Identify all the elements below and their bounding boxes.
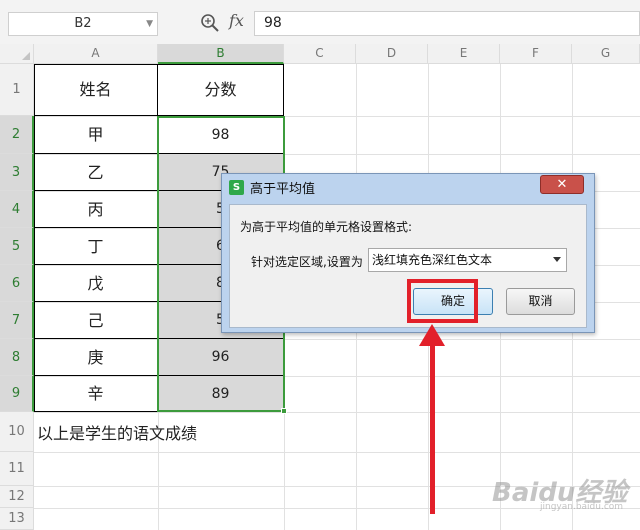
cancel-button[interactable]: 取消	[506, 288, 575, 315]
chevron-down-icon[interactable]: ▼	[146, 13, 153, 35]
select-all-corner[interactable]	[0, 44, 34, 64]
note-text[interactable]: 以上是学生的语文成绩	[37, 420, 197, 444]
format-select[interactable]: 浅红填充色深红色文本	[368, 248, 567, 272]
name-cell[interactable]: 乙	[34, 154, 158, 191]
name-cell[interactable]: 己	[34, 302, 158, 339]
grid-line	[284, 412, 285, 530]
row-header-7[interactable]: 7	[0, 302, 34, 339]
row-header-5[interactable]: 5	[0, 228, 34, 265]
name-cell[interactable]: 辛	[34, 376, 158, 412]
column-header-b[interactable]: B	[158, 44, 284, 64]
header-cell-score[interactable]: 分数	[158, 64, 284, 116]
row-header-8[interactable]: 8	[0, 339, 34, 376]
row-header-9[interactable]: 9	[0, 376, 34, 412]
row-header-4[interactable]: 4	[0, 191, 34, 228]
column-header-e[interactable]: E	[428, 44, 500, 64]
dialog-titlebar[interactable]: S 高于平均值 ✕	[222, 174, 594, 200]
name-cell[interactable]: 戊	[34, 265, 158, 302]
dropdown-arrow-icon[interactable]	[553, 257, 561, 262]
fill-handle[interactable]	[281, 408, 287, 414]
row-header-13[interactable]: 13	[0, 508, 34, 530]
dialog-description: 为高于平均值的单元格设置格式:	[240, 220, 413, 234]
column-header-a[interactable]: A	[34, 44, 158, 64]
row-header-11[interactable]: 11	[0, 452, 34, 486]
highlight-box	[407, 279, 478, 323]
formula-input[interactable]: 98	[254, 11, 640, 36]
name-cell[interactable]: 丁	[34, 228, 158, 265]
row-header-2[interactable]: 2	[0, 116, 34, 154]
header-cell-name[interactable]: 姓名	[34, 64, 158, 116]
arrow-shaft	[430, 340, 435, 514]
column-header-d[interactable]: D	[356, 44, 428, 64]
baidu-watermark: Baidu经验 jingyan.baidu.com	[492, 472, 627, 512]
row-header-6[interactable]: 6	[0, 265, 34, 302]
row-header-3[interactable]: 3	[0, 154, 34, 191]
format-select-value: 浅红填充色深红色文本	[372, 253, 493, 267]
dialog-title: 高于平均值	[250, 182, 316, 197]
close-button[interactable]: ✕	[540, 175, 584, 194]
zoom-icon[interactable]	[200, 13, 220, 33]
select-all-icon	[22, 52, 30, 60]
wps-logo-icon: S	[229, 180, 244, 195]
row-header-12[interactable]: 12	[0, 486, 34, 508]
column-header-f[interactable]: F	[500, 44, 572, 64]
column-header-c[interactable]: C	[284, 44, 356, 64]
name-cell[interactable]: 甲	[34, 116, 158, 154]
row-header-10[interactable]: 10	[0, 412, 34, 452]
grid-line	[34, 452, 640, 453]
range-label: 针对选定区域,设置为	[251, 255, 363, 269]
row-header-1[interactable]: 1	[0, 64, 34, 116]
column-header-g[interactable]: G	[572, 44, 640, 64]
fx-icon[interactable]: fx	[229, 11, 244, 30]
name-box-value: B2	[74, 16, 92, 31]
name-cell[interactable]: 庚	[34, 339, 158, 376]
formula-bar: B2 ▼ fx 98	[0, 0, 640, 44]
grid-line	[34, 412, 640, 413]
name-box[interactable]: B2 ▼	[8, 12, 158, 36]
watermark-subtext: jingyan.baidu.com	[540, 502, 624, 512]
name-cell[interactable]: 丙	[34, 191, 158, 228]
